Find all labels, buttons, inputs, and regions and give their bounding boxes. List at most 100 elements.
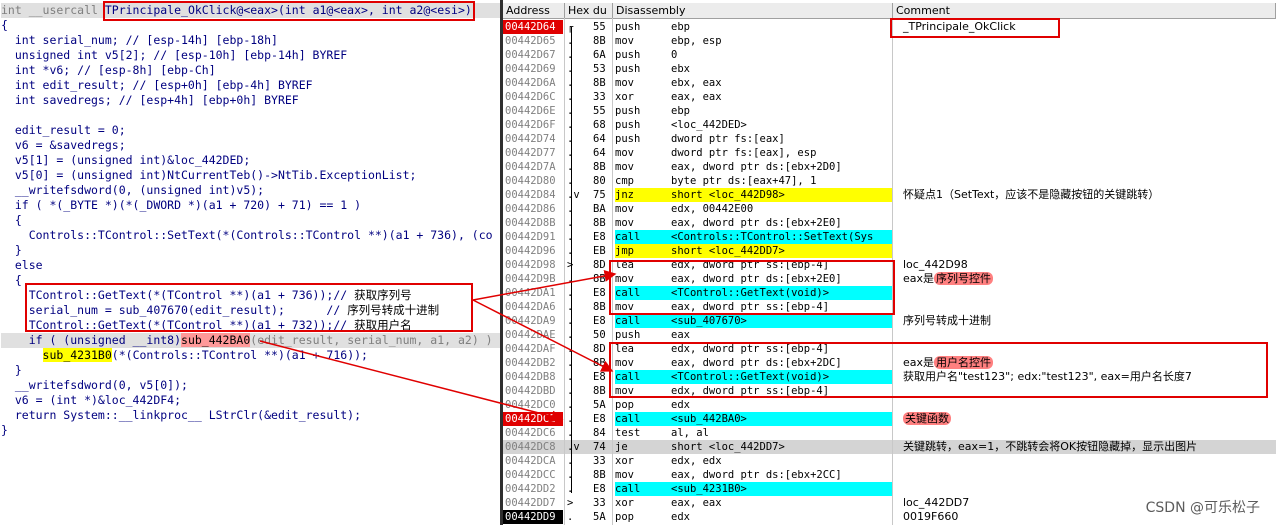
comment-cell: loc_442DD7 bbox=[903, 496, 970, 509]
disasm-row[interactable]: 00442D96. EB jmpshort <loc_442DD7> bbox=[503, 244, 1276, 258]
hex-cell: E8 bbox=[593, 483, 606, 495]
disasm-row[interactable]: 00442DD2. E8 call<sub_4231B0> bbox=[503, 482, 1276, 496]
code-text: v6 = &savedregs; bbox=[1, 138, 126, 152]
mnemonic-cell: push bbox=[615, 329, 641, 341]
pseudocode-pane[interactable]: int __usercall TPrincipale_OkClick@<eax>… bbox=[0, 0, 500, 525]
comment-cell: 关键跳转，eax=1，不跳转会将OK按钮隐藏掉，显示出图片 bbox=[903, 440, 1198, 453]
mnemonic-cell: mov bbox=[615, 469, 634, 481]
disasm-row[interactable]: 00442D6E. 55 push ebp bbox=[503, 104, 1276, 118]
branch-marker: . bbox=[567, 230, 581, 244]
operand-cell: ebx bbox=[671, 63, 690, 75]
code-line[interactable]: { bbox=[1, 273, 22, 288]
code-line[interactable]: { bbox=[1, 213, 22, 228]
code-line[interactable]: v6 = &savedregs; bbox=[1, 138, 126, 153]
disasm-row[interactable]: 00442DCA. 33 xor edx, edx bbox=[503, 454, 1276, 468]
code-line[interactable]: int edit_result; // [esp+0h] [ebp-4h] BY… bbox=[1, 78, 313, 93]
code-line[interactable]: else bbox=[1, 258, 43, 273]
disasm-row[interactable]: 00442D6C. 33 xor eax, eax bbox=[503, 90, 1276, 104]
disasm-row[interactable]: 00442DAE. 50 push eax bbox=[503, 328, 1276, 342]
disasm-row[interactable]: 00442D6A. 8B mov ebx, eax bbox=[503, 76, 1276, 90]
mnemonic-cell: mov bbox=[615, 161, 634, 173]
code-line[interactable]: int serial_num; // [esp-14h] [ebp-18h] bbox=[1, 33, 278, 48]
code-text: { bbox=[1, 273, 22, 287]
code-line[interactable]: unsigned int v5[2]; // [esp-10h] [ebp-14… bbox=[1, 48, 347, 63]
call-args: (*(Controls::TControl **)(a1 + 716)); bbox=[111, 348, 368, 362]
code-line[interactable]: } bbox=[1, 243, 22, 258]
address-cell: 00442DD2 bbox=[505, 483, 556, 495]
disasm-row[interactable]: 00442D77. 64 mov dword ptr fs:[eax], esp bbox=[503, 146, 1276, 160]
code-text: v5[1] = (unsigned int)&loc_442DED; bbox=[1, 153, 251, 167]
disasm-row[interactable]: 00442DA9. E8 call<sub_407670> 序列号转成十进制 bbox=[503, 314, 1276, 328]
branch-marker: . bbox=[567, 398, 581, 412]
branch-marker: . bbox=[567, 34, 581, 48]
disasm-row[interactable]: 00442D84 .v 75 jnz short <loc_442D98> 怀疑点1（Se… bbox=[503, 188, 1276, 202]
getserial-highlight-box bbox=[609, 260, 895, 315]
hex-column-header[interactable]: Hex du bbox=[565, 3, 613, 19]
mnemonic-cell: call bbox=[615, 482, 671, 496]
code-line[interactable]: } bbox=[1, 423, 8, 438]
code-line[interactable]: if ( *(_BYTE *)(*(_DWORD *)(a1 + 720) + … bbox=[1, 198, 361, 213]
hex-cell: 84 bbox=[593, 427, 606, 439]
disasm-row[interactable]: 00442D67. 6A push 0 bbox=[503, 48, 1276, 62]
code-line[interactable]: } bbox=[1, 363, 22, 378]
address-column-header[interactable]: Address bbox=[503, 3, 565, 19]
mnemonic-cell: mov bbox=[615, 203, 634, 215]
code-text: { bbox=[1, 18, 8, 32]
disasm-row[interactable]: 00442DC0. 5A pop edx bbox=[503, 398, 1276, 412]
disasm-row[interactable]: 00442DCC. 8B mov eax, dword ptr ds:[ebx+2CC… bbox=[503, 468, 1276, 482]
address-cell: 00442D86 bbox=[505, 203, 556, 215]
branch-marker: . bbox=[567, 104, 581, 118]
address-cell: 00442DD9 bbox=[503, 510, 563, 524]
code-line[interactable]: int *v6; // [esp-8h] [ebp-Ch] bbox=[1, 63, 216, 78]
branch-marker: . bbox=[567, 132, 581, 146]
mnemonic-cell: test bbox=[615, 427, 641, 439]
operand-cell: eax, eax bbox=[671, 497, 722, 509]
address-cell: 00442DAF bbox=[505, 343, 556, 355]
hex-cell: 55 bbox=[593, 105, 606, 117]
disasm-row[interactable]: 00442D8B. 8B mov eax, dword ptr ds:[ebx+2E0… bbox=[503, 216, 1276, 230]
code-line[interactable]: { bbox=[1, 18, 8, 33]
disasm-row[interactable]: 00442DC1. E8 call<sub_442BA0> 关键函数 bbox=[503, 412, 1276, 426]
code-text: int *v6; // [esp-8h] [ebp-Ch] bbox=[1, 63, 216, 77]
code-line[interactable]: return System::__linkproc__ LStrClr(&edi… bbox=[1, 408, 361, 423]
disasm-row[interactable]: 00442DC6. 84 test al, al bbox=[503, 426, 1276, 440]
address-cell: 00442DC8 bbox=[505, 441, 556, 453]
code-line[interactable]: sub_4231B0(*(Controls::TControl **)(a1 +… bbox=[1, 348, 368, 363]
hex-cell: 8B bbox=[593, 161, 606, 173]
disasm-row[interactable]: 00442D74. 64 push dword ptr fs:[eax] bbox=[503, 132, 1276, 146]
code-text: } bbox=[1, 363, 22, 377]
code-line[interactable]: __writefsdword(0, v5[0]); bbox=[1, 378, 188, 393]
code-line[interactable]: v6 = (int *)&loc_442DF4; bbox=[1, 393, 181, 408]
disasm-row[interactable]: 00442D7A. 8B mov eax, dword ptr ds:[ebx+2D0… bbox=[503, 160, 1276, 174]
disasm-row[interactable]: 00442D91. E8 call<Controls::TControl::SetT… bbox=[503, 230, 1276, 244]
comment-column-header[interactable]: Comment bbox=[893, 3, 1276, 19]
code-line[interactable]: edit_result = 0; bbox=[1, 123, 126, 138]
branch-marker: . bbox=[567, 286, 581, 300]
disasm-row[interactable]: 00442D69. 53 push ebx bbox=[503, 62, 1276, 76]
disassembly-column-header[interactable]: Disassembly bbox=[613, 3, 893, 19]
disassembly-pane[interactable]: Address Hex du Disassembly Comment 00442… bbox=[503, 0, 1276, 525]
operand-cell: dword ptr fs:[eax], esp bbox=[671, 147, 817, 159]
branch-marker: . bbox=[567, 48, 581, 62]
operand-cell: <loc_442DED> bbox=[671, 119, 747, 131]
code-line[interactable]: if ( (unsigned __int8)sub_442BA0(edit_re… bbox=[1, 333, 500, 348]
code-line[interactable]: __writefsdword(0, (unsigned int)v5); bbox=[1, 183, 264, 198]
disasm-row[interactable]: 00442D80. 80 cmp byte ptr ds:[eax+47], 1 bbox=[503, 174, 1276, 188]
operand-cell: byte ptr ds:[eax+47], 1 bbox=[671, 175, 817, 187]
address-cell: 00442DC0 bbox=[505, 399, 556, 411]
disasm-row[interactable]: 00442D6F. 68 push <loc_442DED> bbox=[503, 118, 1276, 132]
hex-cell: 5A bbox=[593, 511, 606, 523]
mnemonic-cell: je bbox=[615, 441, 628, 453]
code-line[interactable]: v5[0] = (unsigned int)NtCurrentTeb()->Nt… bbox=[1, 168, 417, 183]
branch-marker: . bbox=[567, 314, 581, 328]
disasm-row[interactable]: 00442DC8 .v 74 je short <loc_442DD7> 关键跳转，eax… bbox=[503, 440, 1276, 454]
disasm-row[interactable]: 00442D86. BA mov edx, 00442E00 bbox=[503, 202, 1276, 216]
operand-cell: edx bbox=[671, 399, 690, 411]
code-line[interactable]: Controls::TControl::SetText(*(Controls::… bbox=[1, 228, 493, 243]
code-line[interactable]: int savedregs; // [esp+4h] [ebp+0h] BYRE… bbox=[1, 93, 299, 108]
call-args: (edit_result, serial_num, a1, a2) ) bbox=[250, 333, 493, 347]
code-line[interactable]: v5[1] = (unsigned int)&loc_442DED; bbox=[1, 153, 250, 168]
hex-cell: 50 bbox=[593, 329, 606, 341]
mnemonic-cell: push bbox=[615, 49, 641, 61]
code-text: v6 = (int *)&loc_442DF4; bbox=[1, 393, 182, 407]
